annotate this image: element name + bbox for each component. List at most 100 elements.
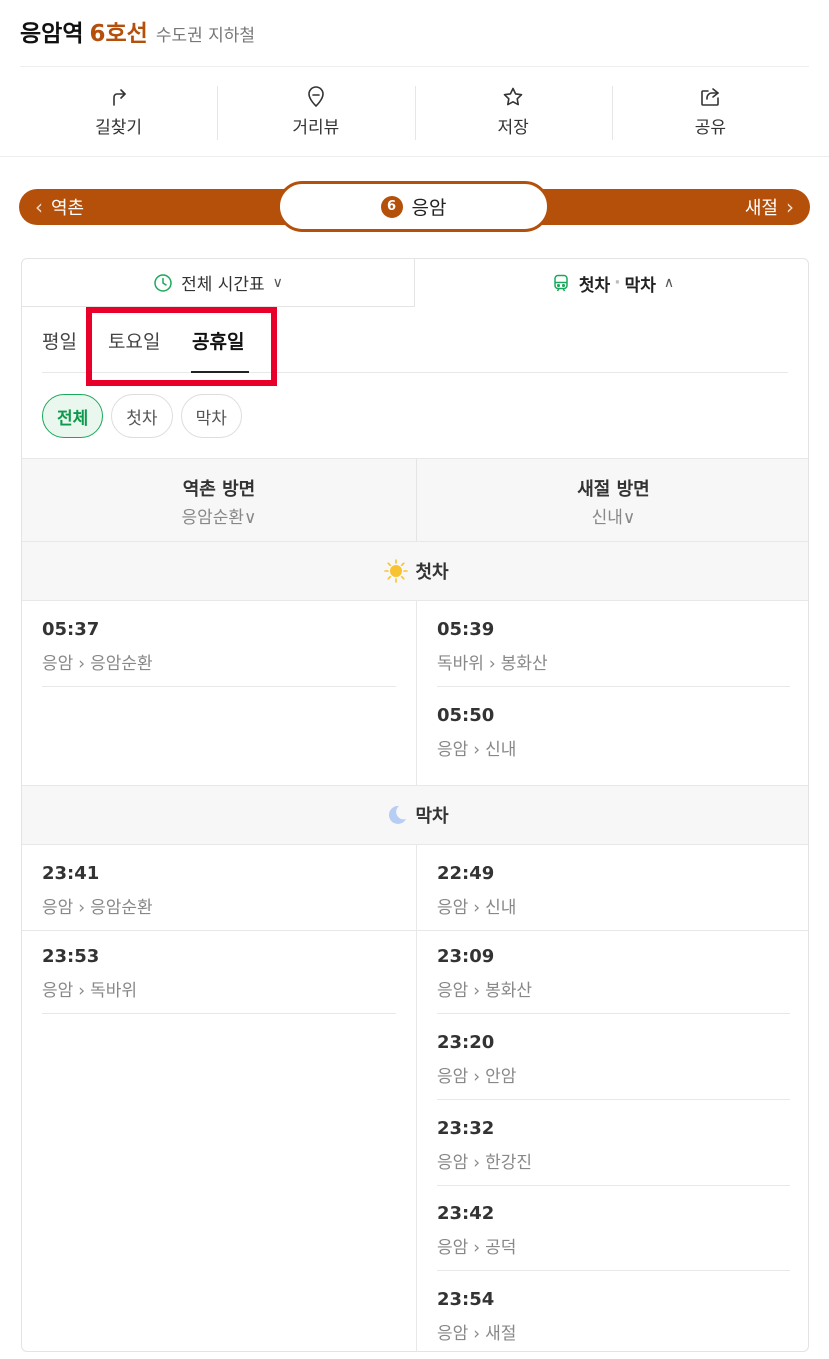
list-item: 05:39 독바위 › 봉화산 xyxy=(437,601,790,687)
departure-time: 05:37 xyxy=(42,619,100,640)
last-train-label: 막차 xyxy=(415,806,449,827)
share-label: 공유 xyxy=(694,117,727,138)
prev-station-label: 역촌 xyxy=(51,198,85,219)
view-tabs: 전체 시간표 ∨ 첫차 · 막차 ∧ xyxy=(22,259,808,307)
directions-button[interactable]: 길찾기 xyxy=(20,78,217,144)
direction-name: 역촌 방면 xyxy=(182,478,256,500)
first-train-left-column: 05:37 응암 › 응암순환 xyxy=(22,601,416,785)
tab-last-label: 막차 xyxy=(624,275,656,296)
direction-right[interactable]: 새절 방면 신내∨ xyxy=(416,459,808,543)
departure-time: 23:42 xyxy=(437,1203,495,1224)
direction-terminal: 신내∨ xyxy=(591,507,636,528)
first-train-band: 첫차 xyxy=(22,541,808,601)
route-info: 응암 › 응암순환 xyxy=(42,654,153,674)
list-item: 23:54 응암 › 새절 xyxy=(437,1271,790,1351)
departure-time: 23:32 xyxy=(437,1118,495,1139)
day-tabs: 평일 토요일 공휴일 xyxy=(42,307,788,373)
current-station-label: 응암 xyxy=(411,197,447,219)
tab-holiday[interactable]: 공휴일 xyxy=(192,327,244,354)
route-info: 응암 › 독바위 xyxy=(42,981,138,1001)
star-icon xyxy=(503,87,523,105)
divider xyxy=(0,156,829,157)
filter-last[interactable]: 막차 xyxy=(180,394,242,438)
prev-station-button[interactable]: ‹ 역촌 xyxy=(35,189,84,225)
filter-first[interactable]: 첫차 xyxy=(111,394,173,438)
route-info: 응암 › 공덕 xyxy=(437,1238,517,1258)
sun-icon xyxy=(384,559,409,583)
list-item: 05:37 응암 › 응암순환 xyxy=(42,601,396,687)
next-station-button[interactable]: 새절 › xyxy=(745,189,794,225)
last-train-band: 막차 xyxy=(22,785,808,845)
share-icon xyxy=(701,87,720,106)
list-item: 23:32 응암 › 한강진 xyxy=(437,1100,790,1186)
route-info: 응암 › 응암순환 xyxy=(42,898,153,918)
route-info: 응암 › 봉화산 xyxy=(437,981,533,1001)
chevron-right-icon: › xyxy=(786,195,794,219)
first-train-label: 첫차 xyxy=(415,562,449,583)
station-title: 응암역 6호선 수도권 지하철 xyxy=(20,14,256,48)
last-train-right-column: 22:49 응암 › 신내 23:09 응암 › 봉화산 23:20 응암 › 안암 23:… xyxy=(416,845,808,1351)
moon-icon xyxy=(389,805,407,824)
subway-type: 수도권 지하철 xyxy=(155,26,256,46)
direction-terminal: 응암순환∨ xyxy=(181,507,257,528)
list-item: 23:41 응암 › 응암순환 xyxy=(22,845,416,931)
departure-time: 05:39 xyxy=(437,619,495,640)
next-station-label: 새절 xyxy=(744,198,778,219)
street-view-label: 거리뷰 xyxy=(292,117,340,138)
share-button[interactable]: 공유 xyxy=(611,78,809,144)
route-info: 독바위 › 봉화산 xyxy=(437,654,548,674)
divider xyxy=(20,66,809,67)
train-icon xyxy=(554,274,568,292)
active-tab-underline xyxy=(191,371,249,373)
list-item: 23:53 응암 › 독바위 xyxy=(42,928,396,1014)
tab-full-timetable-label: 전체 시간표 xyxy=(181,275,265,295)
departure-time: 23:53 xyxy=(42,946,100,967)
route-info: 응암 › 한강진 xyxy=(437,1153,533,1173)
tab-first-label: 첫차 xyxy=(578,275,611,296)
route-arrow-icon xyxy=(112,88,126,106)
filter-all[interactable]: 전체 xyxy=(42,394,104,438)
save-button[interactable]: 저장 xyxy=(414,78,612,144)
map-pin-icon xyxy=(308,85,324,107)
separator-dot: · xyxy=(614,273,621,293)
timetable-card: 전체 시간표 ∨ 첫차 · 막차 ∧ 평일 토요일 공휴일 전체 첫차 막차 역… xyxy=(21,258,809,1352)
save-label: 저장 xyxy=(497,117,529,138)
route-info: 응암 › 안암 xyxy=(437,1067,517,1087)
departure-time: 23:41 xyxy=(42,863,100,884)
tab-full-timetable[interactable]: 전체 시간표 ∨ xyxy=(22,259,415,307)
chevron-down-icon: ∨ xyxy=(622,507,636,528)
route-info: 응암 › 신내 xyxy=(437,898,517,918)
line-number-badge: 6 xyxy=(380,195,403,218)
tab-weekday[interactable]: 평일 xyxy=(42,327,77,354)
direction-name: 새절 방면 xyxy=(577,478,650,500)
list-item: 22:49 응암 › 신내 xyxy=(417,845,808,931)
departure-time: 22:49 xyxy=(437,863,495,884)
street-view-button[interactable]: 거리뷰 xyxy=(217,78,414,144)
list-item: 23:42 응암 › 공덕 xyxy=(437,1185,790,1271)
departure-time: 05:50 xyxy=(437,705,495,726)
chevron-left-icon: ‹ xyxy=(35,195,43,219)
chevron-down-icon: ∨ xyxy=(244,507,257,528)
direction-left[interactable]: 역촌 방면 응암순환∨ xyxy=(22,459,416,543)
departure-time: 23:09 xyxy=(437,946,495,967)
current-station-pill: 6 응암 xyxy=(277,181,550,232)
departure-time: 23:20 xyxy=(437,1032,495,1053)
chevron-down-icon: ∨ xyxy=(272,274,283,291)
list-item: 23:09 응암 › 봉화산 xyxy=(437,928,790,1014)
line-name[interactable]: 6호선 xyxy=(89,14,147,48)
route-info: 응암 › 신내 xyxy=(437,740,517,760)
clock-icon xyxy=(154,273,172,292)
list-item: 05:50 응암 › 신내 xyxy=(437,687,790,773)
tab-saturday[interactable]: 토요일 xyxy=(108,327,160,354)
first-train-right-column: 05:39 독바위 › 봉화산 05:50 응암 › 신내 xyxy=(416,601,808,785)
tab-first-last[interactable]: 첫차 · 막차 ∧ xyxy=(415,259,808,307)
station-name: 응암역 xyxy=(20,21,84,47)
route-info: 응암 › 새절 xyxy=(437,1324,517,1344)
filter-chips: 전체 첫차 막차 xyxy=(42,394,242,438)
directions-label: 길찾기 xyxy=(95,117,143,138)
action-bar: 길찾기 거리뷰 저장 공유 xyxy=(20,78,809,144)
list-item: 23:20 응암 › 안암 xyxy=(437,1014,790,1100)
departure-time: 23:54 xyxy=(437,1289,495,1310)
last-train-left-column: 23:41 응암 › 응암순환 23:53 응암 › 독바위 xyxy=(22,845,416,1351)
direction-header: 역촌 방면 응암순환∨ 새절 방면 신내∨ xyxy=(22,458,808,543)
